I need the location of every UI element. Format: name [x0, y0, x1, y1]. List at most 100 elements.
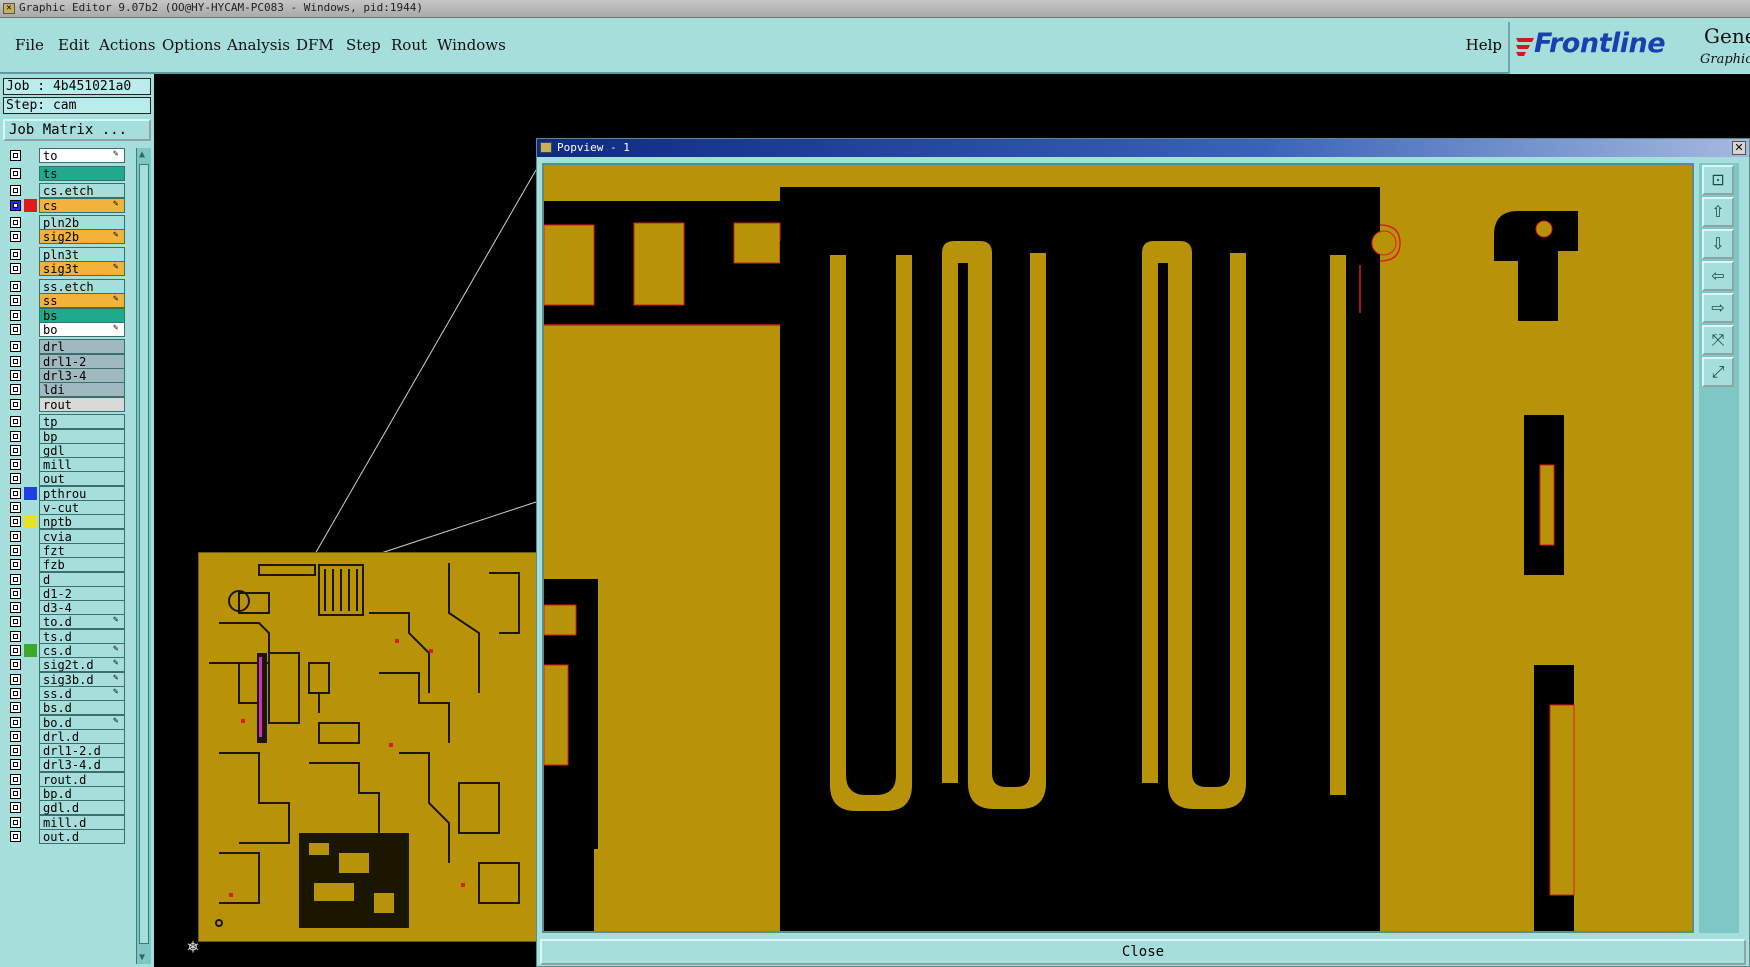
- layer-checkbox[interactable]: [10, 730, 21, 742]
- menu-rout[interactable]: Rout: [391, 36, 427, 54]
- layer-label[interactable]: fzt: [39, 542, 125, 558]
- layer-label[interactable]: d1-2: [39, 585, 125, 601]
- layer-checkbox[interactable]: [10, 773, 21, 785]
- layer-row[interactable]: drl: [3, 339, 128, 355]
- layer-checkbox[interactable]: [10, 788, 21, 799]
- layer-label[interactable]: out.d: [39, 828, 125, 844]
- layer-label[interactable]: pln3t: [39, 247, 125, 262]
- layer-label[interactable]: drl3-4.d: [39, 757, 125, 773]
- layer-checkbox[interactable]: [10, 416, 21, 428]
- layer-checkbox[interactable]: [10, 150, 21, 161]
- layer-label[interactable]: mill.d: [39, 814, 125, 830]
- layer-checkbox[interactable]: [10, 716, 21, 728]
- layer-checkbox[interactable]: [10, 645, 21, 656]
- layer-row[interactable]: fzt: [3, 542, 128, 558]
- layer-checkbox[interactable]: [10, 573, 21, 585]
- layer-checkbox[interactable]: [10, 280, 21, 292]
- layer-row[interactable]: cs.etch: [3, 183, 128, 199]
- layer-row[interactable]: sig3b.d ✎: [3, 671, 128, 687]
- layer-checkbox[interactable]: [10, 602, 21, 614]
- layer-checkbox[interactable]: [10, 816, 21, 828]
- layer-label[interactable]: cvia: [39, 528, 125, 544]
- layer-label[interactable]: fzb: [39, 557, 125, 573]
- layer-row[interactable]: fzb: [3, 557, 128, 573]
- layer-checkbox[interactable]: [10, 830, 21, 842]
- pan-down-icon[interactable]: ⇩: [1702, 229, 1734, 259]
- layer-checkbox[interactable]: [10, 384, 21, 396]
- layer-row[interactable]: bs: [3, 307, 128, 323]
- layer-row[interactable]: gdl: [3, 442, 128, 458]
- layer-row[interactable]: bp: [3, 428, 128, 444]
- layer-row[interactable]: rout: [3, 396, 128, 412]
- layer-checkbox[interactable]: [10, 673, 21, 685]
- popview-close-button[interactable]: Close: [540, 939, 1746, 965]
- pcb-board-overview[interactable]: [198, 552, 538, 942]
- zoom-fit-icon[interactable]: ⊡: [1702, 165, 1734, 195]
- layer-row[interactable]: pln2b: [3, 215, 128, 231]
- layer-checkbox[interactable]: [10, 745, 21, 757]
- layer-label[interactable]: rout.d: [39, 771, 125, 787]
- layer-label[interactable]: ts: [39, 165, 125, 181]
- layer-checkbox[interactable]: [10, 702, 21, 714]
- layer-label[interactable]: pthrou: [39, 485, 125, 501]
- pan-right-icon[interactable]: ⇨: [1702, 293, 1734, 323]
- zoom-out-icon[interactable]: ⤢: [1702, 357, 1734, 387]
- layer-checkbox[interactable]: [10, 263, 21, 275]
- layer-label[interactable]: out: [39, 471, 125, 487]
- layer-row[interactable]: cvia: [3, 528, 128, 544]
- layer-label[interactable]: drl.d: [39, 728, 125, 744]
- menu-help[interactable]: Help: [1466, 36, 1502, 54]
- layer-row[interactable]: d: [3, 571, 128, 587]
- layer-row[interactable]: d3-4: [3, 600, 128, 616]
- layer-row[interactable]: ss ✎: [3, 293, 128, 309]
- scroll-up-icon[interactable]: ▲: [139, 149, 145, 160]
- layer-row[interactable]: out.d: [3, 828, 128, 844]
- menu-windows[interactable]: Windows: [437, 36, 506, 54]
- layer-label[interactable]: bp.d: [39, 786, 125, 801]
- layer-row[interactable]: bp.d: [3, 786, 128, 801]
- layer-label[interactable]: rout: [39, 396, 125, 412]
- layer-checkbox[interactable]: [10, 231, 21, 243]
- layer-row[interactable]: cs ✎: [3, 197, 128, 213]
- layer-row[interactable]: sig2b ✎: [3, 229, 128, 245]
- layer-row[interactable]: nptb: [3, 514, 128, 530]
- layer-row[interactable]: sig2t.d ✎: [3, 657, 128, 673]
- scroll-down-icon[interactable]: ▼: [139, 952, 145, 963]
- scrollbar-thumb[interactable]: [139, 164, 149, 944]
- layer-row[interactable]: pthrou: [3, 485, 128, 501]
- layer-label[interactable]: mill: [39, 457, 125, 473]
- layer-row[interactable]: drl1-2.d: [3, 743, 128, 759]
- layer-row[interactable]: tp: [3, 414, 128, 430]
- layer-label[interactable]: ss.etch: [39, 278, 125, 294]
- layer-row[interactable]: cs.d ✎: [3, 643, 128, 658]
- pan-up-icon[interactable]: ⇧: [1702, 197, 1734, 227]
- layer-checkbox[interactable]: [10, 370, 21, 381]
- layer-checkbox[interactable]: [10, 759, 21, 771]
- layer-row[interactable]: d1-2: [3, 585, 128, 601]
- layer-label[interactable]: drl1-2: [39, 353, 125, 369]
- menu-step[interactable]: Step: [346, 36, 381, 54]
- layer-checkbox[interactable]: [10, 459, 21, 471]
- layer-row[interactable]: ss.etch: [3, 278, 128, 294]
- job-matrix-button[interactable]: Job Matrix ...: [3, 119, 151, 141]
- layer-checkbox[interactable]: [10, 559, 21, 571]
- layer-checkbox[interactable]: [10, 430, 21, 442]
- layer-checkbox[interactable]: [10, 687, 21, 699]
- layer-row[interactable]: sig3t ✎: [3, 261, 128, 277]
- layer-label[interactable]: bs: [39, 307, 125, 323]
- layer-row[interactable]: drl1-2: [3, 353, 128, 369]
- layer-label[interactable]: gdl: [39, 442, 125, 458]
- layer-checkbox[interactable]: [10, 502, 21, 513]
- layer-row[interactable]: drl3-4.d: [3, 757, 128, 773]
- layer-label[interactable]: ldi: [39, 382, 125, 398]
- layer-row[interactable]: bs.d: [3, 700, 128, 716]
- layer-checkbox[interactable]: [10, 185, 21, 197]
- menu-dfm[interactable]: DFM: [296, 36, 334, 54]
- menu-file[interactable]: File: [15, 36, 44, 54]
- layer-checkbox[interactable]: [10, 444, 21, 456]
- layer-label[interactable]: nptb: [39, 514, 125, 530]
- layer-checkbox[interactable]: [10, 516, 21, 528]
- popview-canvas[interactable]: [542, 163, 1694, 933]
- layer-row[interactable]: mill: [3, 457, 128, 473]
- layer-row[interactable]: ts: [3, 165, 128, 181]
